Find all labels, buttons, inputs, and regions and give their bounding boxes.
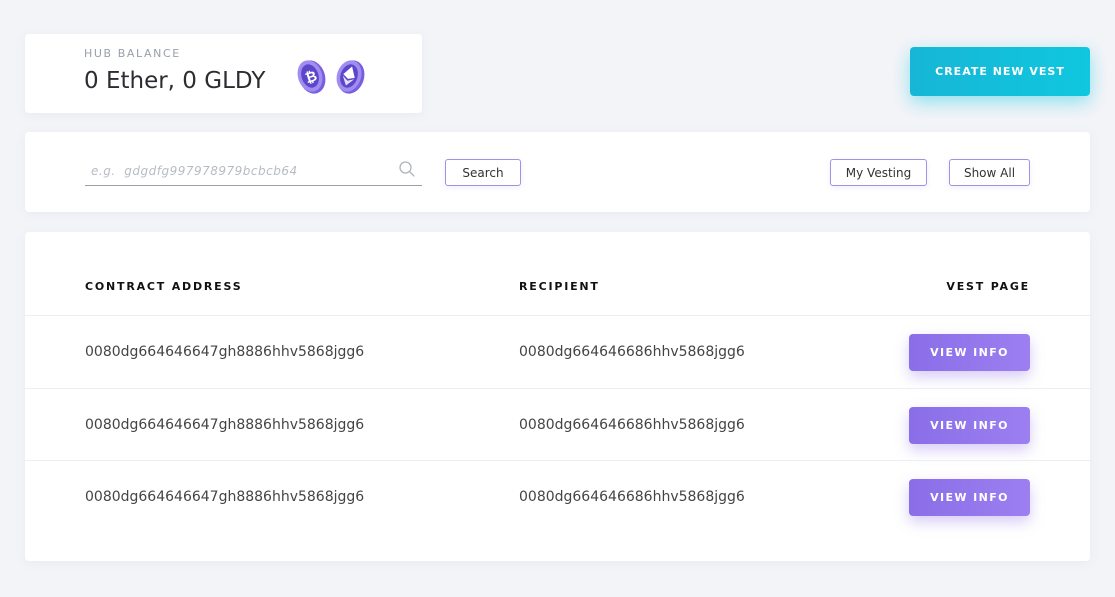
- ethereum-coin-icon: [336, 60, 365, 94]
- recipient-cell: 0080dg664646686hhv5868jgg6: [519, 417, 745, 433]
- contract-address-cell: 0080dg664646647gh8886hhv5868jgg6: [85, 417, 365, 433]
- view-info-button[interactable]: VIEW INFO: [909, 479, 1030, 516]
- search-card: Search My Vesting Show All: [25, 132, 1090, 212]
- hub-balance-label: HUB BALANCE: [84, 47, 181, 60]
- search-button[interactable]: Search: [445, 159, 521, 186]
- search-field: [85, 156, 422, 186]
- column-header-recipient: RECIPIENT: [519, 280, 600, 293]
- bitcoin-coin-icon: ₿: [297, 60, 326, 94]
- contract-address-cell: 0080dg664646647gh8886hhv5868jgg6: [85, 344, 365, 360]
- recipient-cell: 0080dg664646686hhv5868jgg6: [519, 344, 745, 360]
- coins-illustration: ₿: [297, 60, 365, 94]
- column-header-contract-address: CONTRACT ADDRESS: [85, 280, 243, 293]
- search-icon[interactable]: [398, 160, 416, 178]
- table-row: 0080dg664646647gh8886hhv5868jgg6 0080dg6…: [25, 315, 1090, 388]
- search-input[interactable]: [85, 156, 393, 186]
- create-new-vest-button[interactable]: CREATE NEW VEST: [910, 47, 1090, 96]
- view-info-button[interactable]: VIEW INFO: [909, 334, 1030, 371]
- table-row: 0080dg664646647gh8886hhv5868jgg6 0080dg6…: [25, 460, 1090, 533]
- contract-address-cell: 0080dg664646647gh8886hhv5868jgg6: [85, 489, 365, 505]
- recipient-cell: 0080dg664646686hhv5868jgg6: [519, 489, 745, 505]
- my-vesting-button[interactable]: My Vesting: [830, 159, 927, 186]
- hub-balance-value: 0 Ether, 0 GLDY: [84, 68, 266, 94]
- vest-table: CONTRACT ADDRESS RECIPIENT VEST PAGE 008…: [25, 232, 1090, 561]
- table-row: 0080dg664646647gh8886hhv5868jgg6 0080dg6…: [25, 388, 1090, 461]
- hub-balance-card: HUB BALANCE 0 Ether, 0 GLDY ₿: [25, 34, 422, 113]
- column-header-vest-page: VEST PAGE: [946, 280, 1030, 293]
- view-info-button[interactable]: VIEW INFO: [909, 407, 1030, 444]
- show-all-button[interactable]: Show All: [949, 159, 1030, 186]
